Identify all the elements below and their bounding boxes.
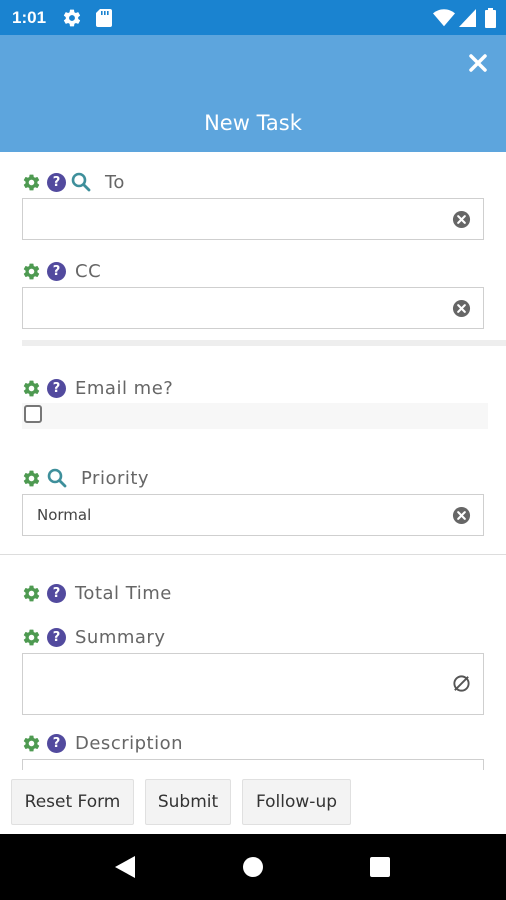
- priority-label: Priority: [81, 467, 150, 489]
- disabled-icon: [453, 675, 470, 692]
- home-icon[interactable]: [242, 856, 264, 878]
- description-label-row: ? Description: [22, 731, 183, 755]
- clear-icon[interactable]: [452, 506, 471, 525]
- settings-status-icon: [63, 9, 81, 27]
- cc-field[interactable]: [22, 287, 484, 329]
- recents-icon[interactable]: [370, 857, 390, 877]
- description-label: Description: [75, 732, 184, 754]
- status-time: 1:01: [12, 8, 47, 27]
- gear-icon[interactable]: [22, 173, 41, 192]
- gear-icon[interactable]: [22, 584, 41, 603]
- battery-icon: [485, 8, 496, 28]
- clear-icon[interactable]: [452, 210, 471, 229]
- gear-icon[interactable]: [22, 262, 41, 281]
- status-bar: 1:01: [0, 0, 506, 35]
- email-me-label-row: ? Email me?: [22, 376, 173, 400]
- summary-label: Summary: [75, 626, 166, 648]
- help-icon[interactable]: ?: [47, 733, 66, 753]
- wifi-icon: [433, 9, 455, 27]
- section-divider: [22, 340, 506, 346]
- summary-field[interactable]: [22, 653, 484, 715]
- follow-up-button[interactable]: Follow-up: [242, 779, 351, 825]
- navigation-bar: [0, 834, 506, 900]
- back-icon[interactable]: [114, 855, 136, 879]
- action-bar: Reset Form Submit Follow-up: [0, 770, 506, 834]
- cc-label-row: ? CC: [22, 259, 101, 283]
- to-label-row: ? To: [22, 170, 125, 194]
- sd-card-icon: [96, 9, 112, 27]
- task-form: ? To ? CC ? Email me? Priority Normal ?: [0, 152, 506, 834]
- gear-icon[interactable]: [22, 628, 41, 647]
- gear-icon[interactable]: [22, 469, 41, 488]
- help-icon[interactable]: ?: [47, 261, 66, 281]
- search-icon[interactable]: [71, 172, 91, 192]
- page-title: New Task: [204, 111, 302, 135]
- reset-form-button[interactable]: Reset Form: [11, 779, 134, 825]
- to-field[interactable]: [22, 198, 484, 240]
- email-me-label: Email me?: [75, 377, 174, 399]
- checkbox-row: [22, 403, 488, 429]
- close-icon[interactable]: [468, 53, 488, 73]
- total-time-label-row: ? Total Time: [22, 581, 172, 605]
- gear-icon[interactable]: [22, 734, 41, 753]
- search-icon[interactable]: [47, 468, 67, 488]
- to-label: To: [105, 171, 125, 193]
- total-time-label: Total Time: [75, 582, 172, 604]
- priority-label-row: Priority: [22, 466, 149, 490]
- gear-icon[interactable]: [22, 379, 41, 398]
- submit-button[interactable]: Submit: [145, 779, 231, 825]
- cc-label: CC: [75, 260, 102, 282]
- email-me-checkbox[interactable]: [24, 405, 42, 423]
- summary-label-row: ? Summary: [22, 625, 166, 649]
- help-icon[interactable]: ?: [47, 583, 66, 603]
- help-icon[interactable]: ?: [47, 627, 66, 647]
- help-icon[interactable]: ?: [47, 172, 66, 192]
- section-divider: [0, 554, 506, 555]
- signal-icon: [459, 9, 476, 27]
- help-icon[interactable]: ?: [47, 378, 66, 398]
- priority-field[interactable]: Normal: [22, 494, 484, 536]
- clear-icon[interactable]: [452, 299, 471, 318]
- priority-value: Normal: [37, 506, 92, 524]
- app-header: New Task: [0, 35, 506, 152]
